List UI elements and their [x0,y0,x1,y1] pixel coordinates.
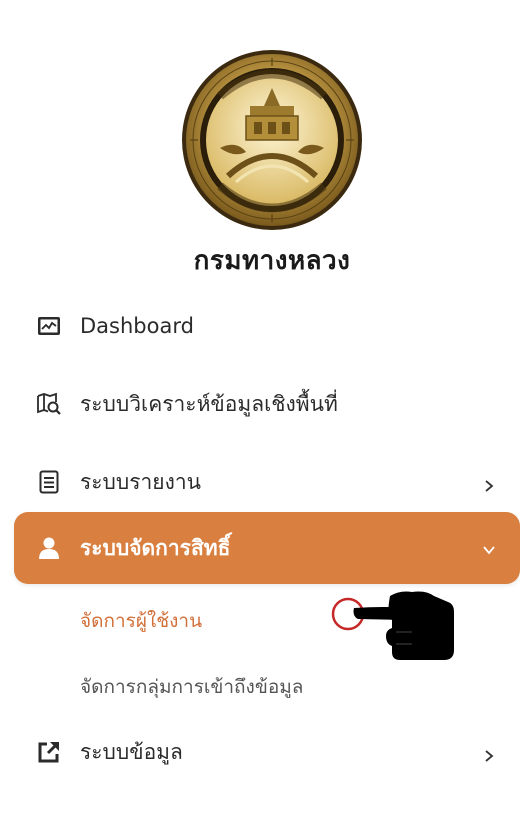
menu-label-data-system: ระบบข้อมูล [80,739,183,764]
menu-item-geo-analysis[interactable]: ระบบวิเคราะห์ข้อมูลเชิงพื้นที่ [0,376,520,432]
chevron-right-icon [482,478,496,492]
document-list-icon [36,469,62,495]
user-icon [36,535,62,561]
brand-title: กรมทางหลวง [193,246,351,276]
chevron-right-icon [482,748,496,762]
menu-label-permissions: ระบบจัดการสิทธิ์ [80,535,231,560]
menu-label-dashboard: Dashboard [80,314,194,338]
menu-item-data-system[interactable]: ระบบข้อมูล [0,724,520,780]
submenu-item-manage-access-groups[interactable]: จัดการกลุ่มการเข้าถึงข้อมูล [80,672,303,702]
map-search-icon [36,391,62,417]
department-logo [180,48,364,232]
pointing-hand-icon [330,586,460,664]
submenu-item-manage-users[interactable]: จัดการผู้ใช้งาน [80,606,202,636]
external-link-icon [36,739,62,765]
menu-item-permissions[interactable]: ระบบจัดการสิทธิ์ [14,512,520,584]
menu-label-reports: ระบบรายงาน [80,469,201,494]
chevron-down-icon [482,542,496,556]
dashboard-chart-icon [36,313,62,339]
sidebar: กรมทางหลวง Dashboard ระบบวิเคราะห์ข้อมูล… [0,0,520,816]
menu-label-geo-analysis: ระบบวิเคราะห์ข้อมูลเชิงพื้นที่ [80,391,338,416]
menu-item-reports[interactable]: ระบบรายงาน [0,454,520,510]
menu-item-dashboard[interactable]: Dashboard [0,298,520,354]
